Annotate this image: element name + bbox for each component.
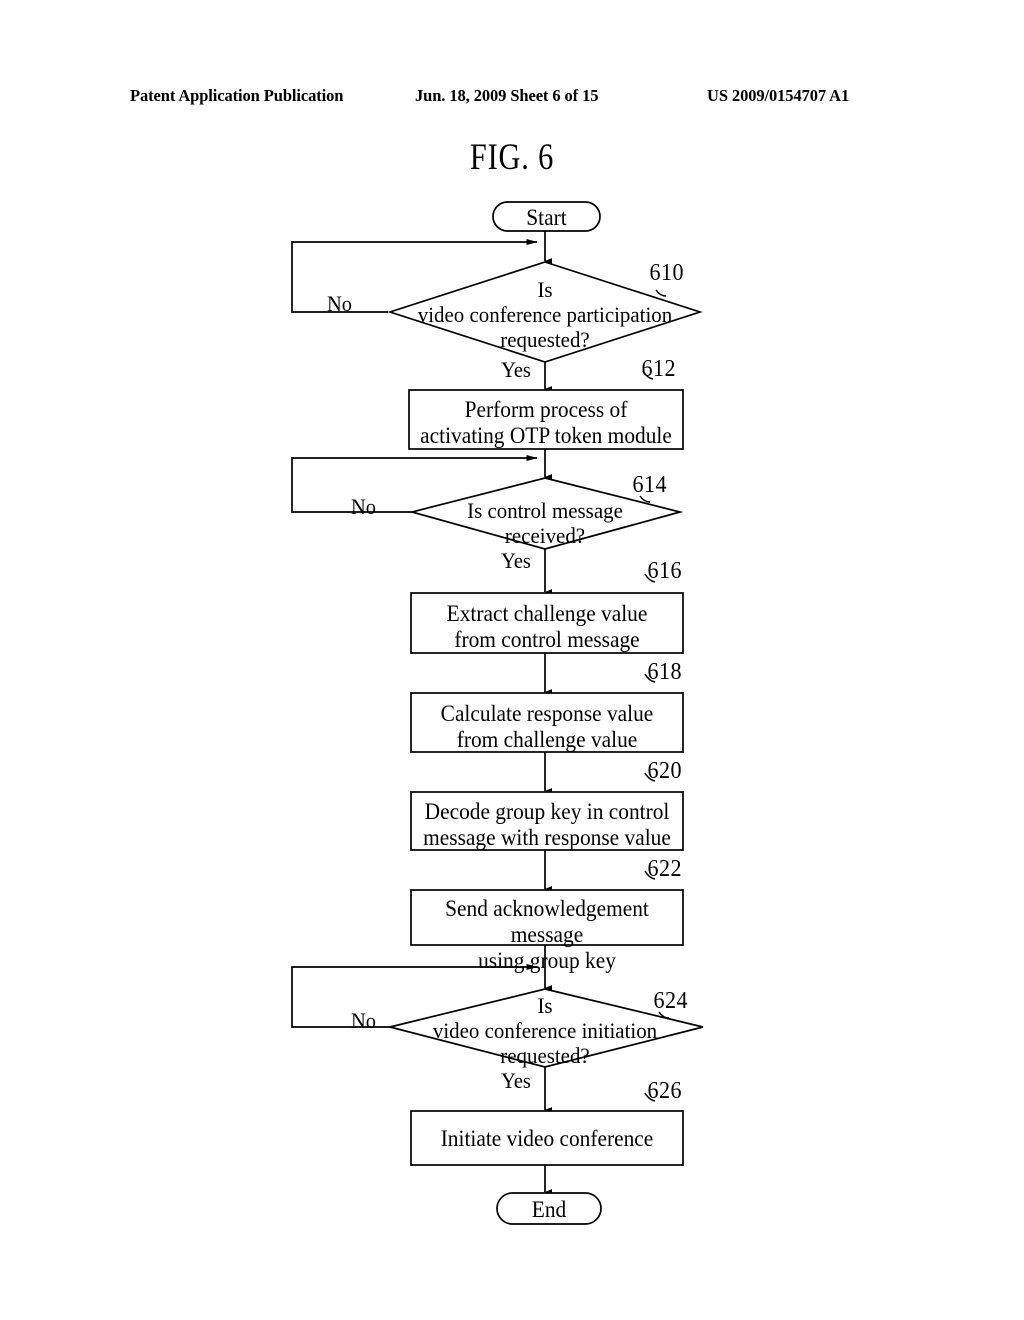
end-terminator-shape [496,1192,602,1225]
edge-label-yes-614: Yes [501,548,531,573]
ref-numeral-620: 620 [647,758,682,784]
edge-label-no-614: No [350,494,376,519]
edge-label-no-610: No [326,291,352,316]
edge-label-yes-610: Yes [501,357,531,382]
edge-label-no-624: No [350,1008,376,1033]
ref-numeral-616: 616 [647,558,682,584]
ref-numeral-624: 624 [653,988,688,1014]
process-626-shape [410,1110,684,1166]
process-612-shape [408,389,684,450]
ref-numeral-626: 626 [647,1078,682,1104]
process-616-shape [410,592,684,654]
ref-numeral-618: 618 [647,659,682,685]
edge-label-yes-624: Yes [501,1068,531,1093]
ref-numeral-612: 612 [641,356,676,382]
process-622-shape [410,889,684,946]
ref-numeral-614: 614 [632,472,667,498]
start-terminator-shape [492,201,601,232]
flowchart-diagram [291,201,704,1225]
process-618-shape [410,692,684,753]
ref-numeral-610: 610 [649,260,684,286]
process-620-shape [410,791,684,851]
ref-numeral-622: 622 [647,856,682,882]
